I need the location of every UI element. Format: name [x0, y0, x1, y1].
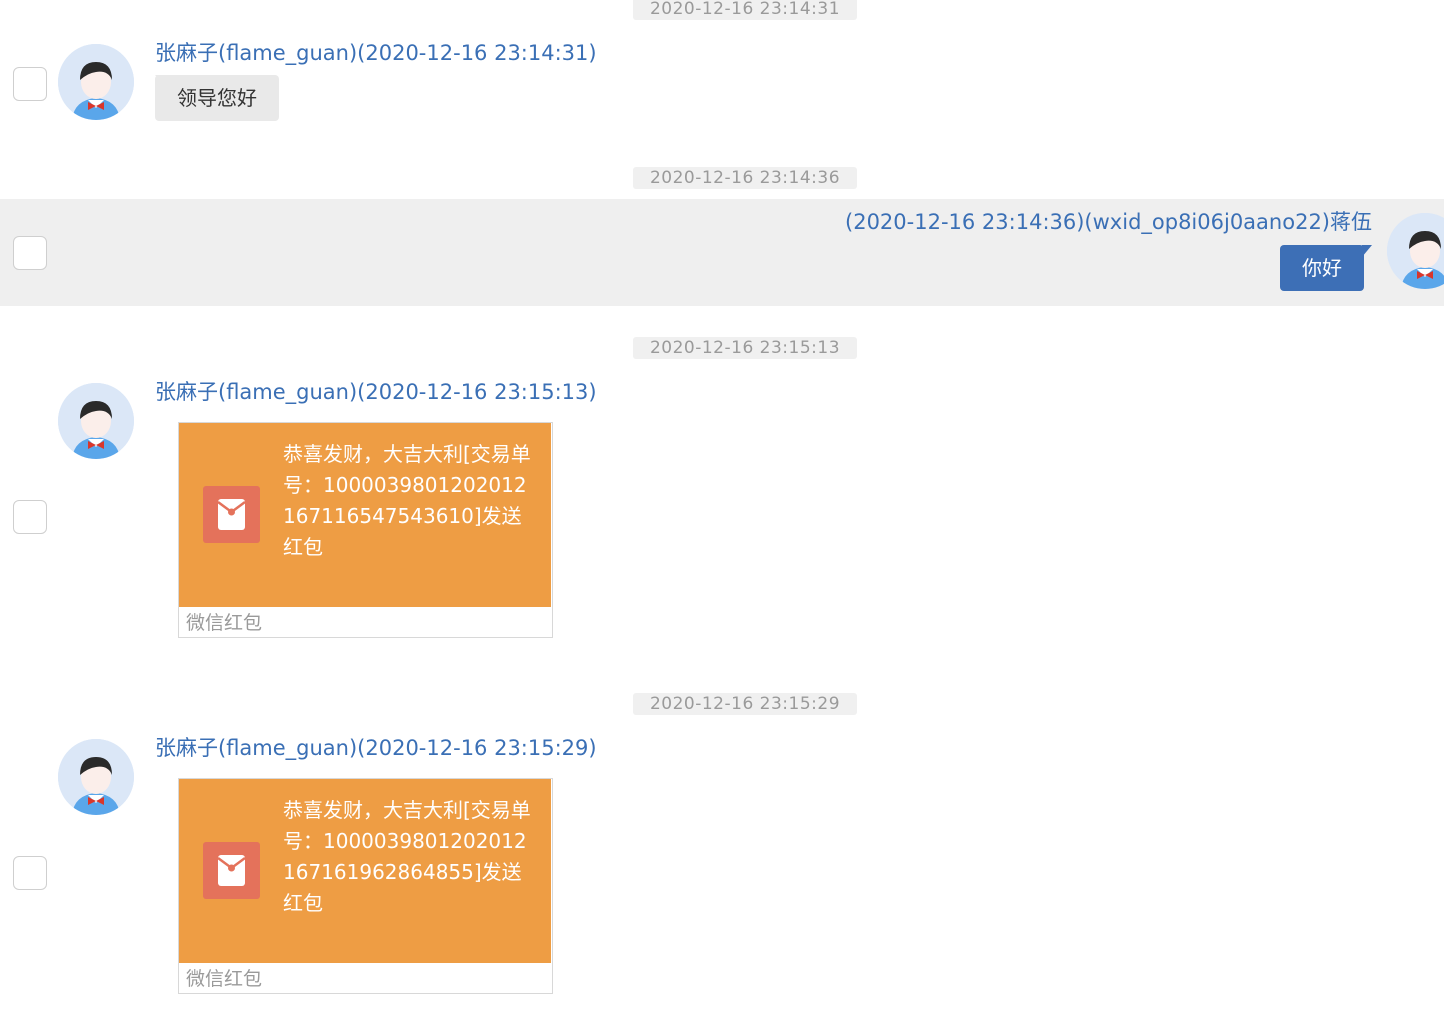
- red-packet-text: 恭喜发财，大吉大利[交易单号：1000039801202012167116547…: [283, 442, 531, 559]
- message-timestamp: 2020-12-16 23:14:31: [633, 0, 857, 20]
- red-packet-icon: [203, 842, 260, 899]
- message-bubble: 你好: [1280, 245, 1372, 291]
- sender-name[interactable]: (2020-12-16 23:14:36)(wxid_op8i06j0aano2…: [845, 209, 1372, 235]
- chat-history: 2020-12-16 23:14:31 张麻子(flame_guan)(2020…: [0, 0, 1444, 1014]
- sender-name[interactable]: 张麻子(flame_guan)(2020-12-16 23:14:31): [155, 40, 597, 66]
- sender-name[interactable]: 张麻子(flame_guan)(2020-12-16 23:15:13): [155, 379, 597, 405]
- message-timestamp: 2020-12-16 23:14:36: [633, 167, 857, 189]
- message-select-checkbox[interactable]: [13, 856, 47, 890]
- message-timestamp: 2020-12-16 23:15:13: [633, 337, 857, 359]
- red-packet-text: 恭喜发财，大吉大利[交易单号：1000039801202012167161962…: [283, 798, 531, 915]
- red-packet-card[interactable]: 恭喜发财，大吉大利[交易单号：1000039801202012167161962…: [178, 778, 553, 994]
- message-bubble: 领导您好: [155, 75, 279, 121]
- message-select-checkbox[interactable]: [13, 500, 47, 534]
- red-packet-body: 恭喜发财，大吉大利[交易单号：1000039801202012167116547…: [179, 423, 551, 607]
- avatar-icon: [58, 739, 134, 815]
- red-packet-label: 微信红包: [186, 612, 263, 634]
- message-select-checkbox[interactable]: [13, 236, 47, 270]
- message-select-checkbox[interactable]: [13, 67, 47, 101]
- red-packet-icon: [203, 486, 260, 543]
- red-packet-label: 微信红包: [186, 968, 263, 990]
- red-packet-body: 恭喜发财，大吉大利[交易单号：1000039801202012167161962…: [179, 779, 551, 963]
- avatar-icon: [58, 383, 134, 459]
- sender-name[interactable]: 张麻子(flame_guan)(2020-12-16 23:15:29): [155, 735, 597, 761]
- red-packet-card[interactable]: 恭喜发财，大吉大利[交易单号：1000039801202012167116547…: [178, 422, 553, 638]
- message-timestamp: 2020-12-16 23:15:29: [633, 693, 857, 715]
- avatar-icon: [58, 44, 134, 120]
